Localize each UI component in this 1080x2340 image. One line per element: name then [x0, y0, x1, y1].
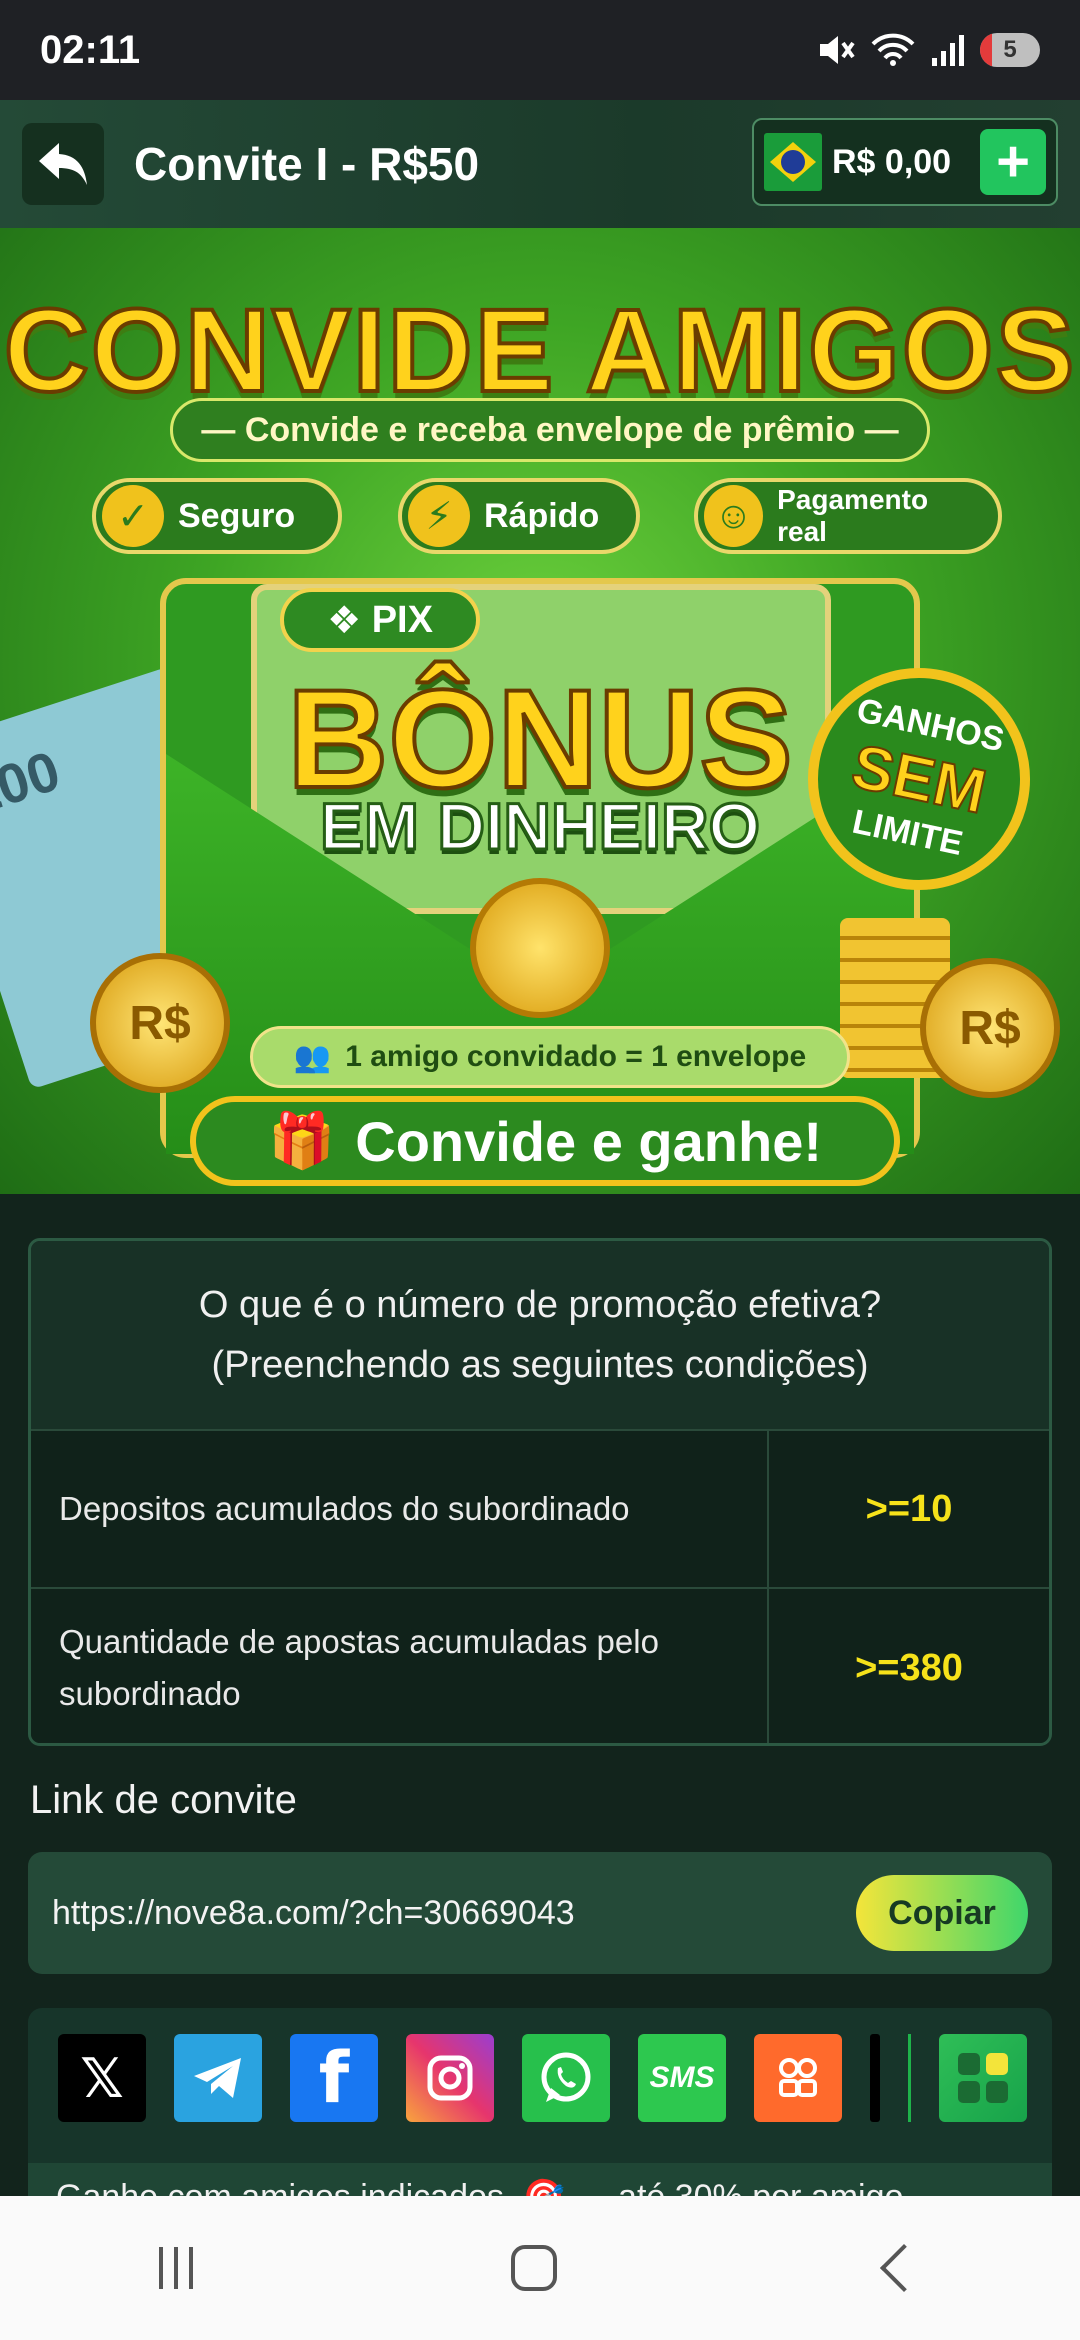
promo-banner[interactable]: CONVIDE AMIGOS — Convide e receba envelo… — [0, 228, 1080, 1194]
condition-value: >=10 — [769, 1431, 1049, 1587]
facebook-icon[interactable]: f — [290, 2034, 378, 2122]
battery-icon: 5 — [980, 33, 1040, 67]
mute-icon — [820, 36, 855, 64]
banner-subtitle: — Convide e receba envelope de prêmio — — [170, 398, 930, 462]
battery-level: 5 — [1003, 36, 1017, 63]
add-funds-button[interactable]: + — [980, 129, 1046, 195]
invite-link-label: Link de convite — [30, 1778, 297, 1822]
share-icons-row: 𝕏 f SMS — [28, 2008, 1052, 2148]
status-icons: 5 — [816, 32, 1040, 68]
feature-secure: ✓ Seguro — [92, 478, 342, 554]
back-button[interactable] — [22, 123, 104, 205]
status-bar: 02:11 5 — [0, 0, 1080, 100]
table-row: Quantidade de apostas acumuladas pelo su… — [31, 1589, 1049, 1743]
smile-icon: ☺ — [704, 485, 764, 547]
status-time: 02:11 — [40, 27, 141, 72]
shield-icon: ✓ — [102, 485, 164, 547]
system-nav-bar — [0, 2196, 1080, 2340]
invite-url[interactable]: https://nove8a.com/?ch=30669043 — [52, 1894, 575, 1933]
pix-tag: ❖ PIX — [280, 588, 480, 652]
coin-right-icon: R$ — [920, 958, 1060, 1098]
friends-envelope-line: 👥 1 amigo convidado = 1 envelope — [250, 1026, 850, 1088]
invite-cta[interactable]: 🎁 Convide e ganhe! — [190, 1096, 900, 1186]
share-footer-text: Ganhe com amigos indicados. 🎯 — até 30% … — [28, 2163, 1052, 2198]
divider — [908, 2034, 911, 2122]
signal-icon — [932, 35, 964, 66]
home-button[interactable] — [511, 2245, 557, 2291]
table-row: Depositos acumulados do subordinado >=10 — [31, 1431, 1049, 1589]
more-apps-icon[interactable] — [754, 2034, 842, 2122]
telegram-icon[interactable] — [174, 2034, 262, 2122]
coin-left-icon: R$ — [90, 953, 230, 1093]
rules-question: O que é o número de promoção efetiva? (P… — [31, 1241, 1049, 1431]
condition-value: >=380 — [769, 1589, 1049, 1743]
balance-amount: R$ 0,00 — [832, 142, 952, 181]
recent-apps-button[interactable] — [159, 2247, 193, 2289]
page-title: Convite I - R$50 — [134, 138, 480, 190]
brazil-flag-icon — [764, 133, 822, 191]
feature-real-payment: ☺ Pagamento real — [694, 478, 1002, 554]
wifi-icon — [871, 33, 915, 66]
invite-link-field[interactable]: https://nove8a.com/?ch=30669043 Copiar — [28, 1852, 1052, 1974]
app-header: Convite I - R$50 R$ 0,00 + — [0, 100, 1080, 228]
back-nav-button[interactable] — [879, 2243, 929, 2293]
share-panel: 𝕏 f SMS Ganhe com amigos indicados. 🎯 — … — [28, 2008, 1052, 2198]
balance-widget[interactable]: R$ 0,00 + — [752, 118, 1058, 206]
whatsapp-icon[interactable] — [522, 2034, 610, 2122]
feature-fast: ⚡ Rápido — [398, 478, 640, 554]
instagram-icon[interactable] — [406, 2034, 494, 2122]
condition-label: Quantidade de apostas acumuladas pelo su… — [31, 1589, 769, 1743]
sms-icon[interactable]: SMS — [638, 2034, 726, 2122]
pix-icon: ❖ — [327, 599, 372, 642]
envelope-seal-icon — [470, 878, 610, 1018]
lightning-icon: ⚡ — [408, 485, 470, 547]
divider — [870, 2034, 880, 2122]
condition-label: Depositos acumulados do subordinado — [31, 1431, 769, 1587]
gift-icon: 🎁 — [268, 1110, 336, 1171]
x-icon[interactable]: 𝕏 — [58, 2034, 146, 2122]
app-icon[interactable] — [939, 2034, 1027, 2122]
back-arrow-icon — [39, 143, 87, 185]
friends-icon: 👥 — [293, 1040, 332, 1074]
copy-button[interactable]: Copiar — [856, 1875, 1028, 1951]
promotion-rules-table: O que é o número de promoção efetiva? (P… — [28, 1238, 1052, 1746]
